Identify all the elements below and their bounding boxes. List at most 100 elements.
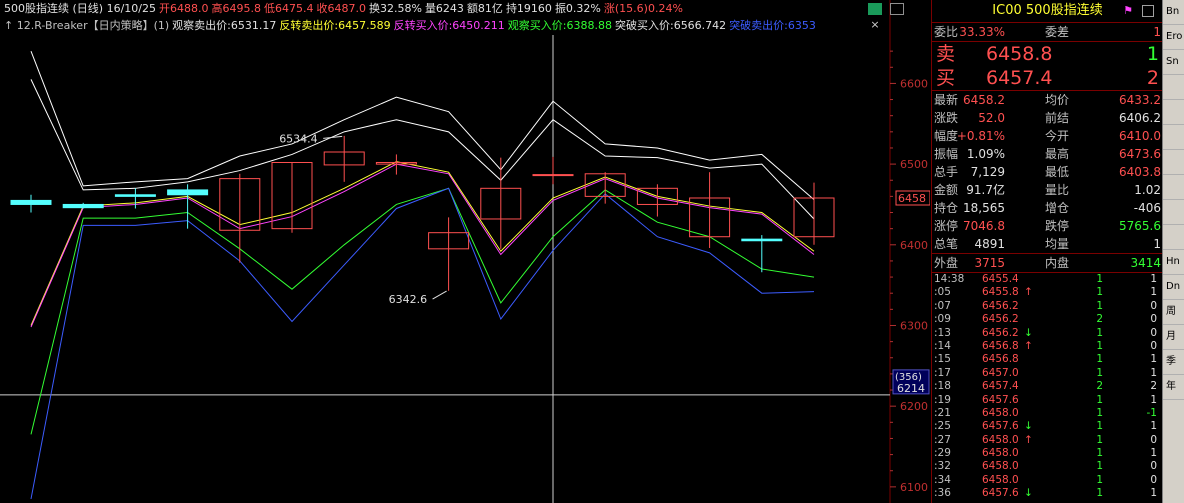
side-tab[interactable]: [1163, 100, 1184, 125]
sell-volume: 1: [1146, 43, 1159, 65]
tick-change: 0: [1150, 433, 1157, 446]
stat-value: 7046.8: [963, 219, 1005, 233]
tick-time: :07: [934, 299, 951, 312]
side-tab[interactable]: [1163, 150, 1184, 175]
side-tab[interactable]: Hn: [1163, 250, 1184, 275]
side-tab[interactable]: 月: [1163, 325, 1184, 350]
chart-header-quote: 500股指连续 (日线) 16/10/25 开6488.0 高6495.8 低6475…: [4, 2, 686, 15]
stat-value: 6403.8: [1119, 165, 1161, 179]
kline-chart[interactable]: 6100 6200 6300 6400 6500 6600 6534.4 6342.6 6458…: [0, 0, 930, 503]
stat-label: 今开: [1045, 129, 1070, 143]
toolbar-icon[interactable]: [868, 3, 882, 15]
tick-change: 0: [1150, 460, 1157, 473]
tick-price: 6456.8: [982, 339, 1019, 352]
tick-row: :14 6456.8 ↑ 1 0: [932, 340, 1163, 353]
tick-time: :25: [934, 420, 951, 433]
side-tab[interactable]: [1163, 125, 1184, 150]
line1-item: 500股指连续 (日线) 16/10/25: [4, 2, 156, 15]
tick-arrow: ↓: [1024, 420, 1033, 433]
tick-price: 6457.4: [982, 380, 1019, 393]
line2-item: 反转买入价:6450.211: [393, 19, 505, 32]
stat-label: 量比: [1045, 183, 1070, 197]
sell-label: 卖: [936, 43, 956, 65]
stat-value: 5765.6: [1119, 219, 1161, 233]
side-tab[interactable]: Ero: [1163, 25, 1184, 50]
side-tab[interactable]: Bn: [1163, 0, 1184, 25]
candle-body: [114, 194, 156, 197]
tick-time: :27: [934, 433, 951, 446]
tick-arrow: ↑: [1024, 286, 1033, 299]
tick-time: :15: [934, 353, 951, 366]
side-tab[interactable]: 年: [1163, 375, 1184, 400]
tick-volume: 1: [1096, 299, 1103, 312]
flag-icon[interactable]: ⚑: [1122, 5, 1134, 17]
y-tick-label: 6600: [900, 77, 928, 90]
side-tab[interactable]: 季: [1163, 350, 1184, 375]
line2-item: 突破卖出价:6353: [729, 19, 816, 32]
tick-row: :21 6458.0 1 -1: [932, 407, 1163, 420]
stat-value: 6458.2: [963, 93, 1005, 107]
close-icon[interactable]: ×: [868, 19, 882, 31]
stat-row: 金额 91.7亿 量比 1.02: [932, 181, 1163, 199]
buy-label: 买: [936, 67, 956, 89]
tick-time: :05: [934, 286, 951, 299]
tick-change: 1: [1150, 353, 1157, 366]
tick-price: 6457.6: [982, 393, 1019, 406]
stat-row: 持仓 18,565 增仓 -406: [932, 199, 1163, 217]
tick-volume: 2: [1096, 313, 1103, 326]
tick-arrow: ↑: [1024, 433, 1033, 446]
chart-toolbar: ×: [868, 3, 926, 31]
stat-label: 增仓: [1045, 201, 1070, 215]
stat-value: 6406.2: [1119, 111, 1161, 125]
side-tab[interactable]: Dn: [1163, 275, 1184, 300]
tick-time: :18: [934, 380, 951, 393]
side-tab[interactable]: [1163, 75, 1184, 100]
side-tab[interactable]: [1163, 200, 1184, 225]
tick-price: 6455.8: [982, 286, 1019, 299]
stat-value: -406: [1133, 201, 1161, 215]
candle-body: [741, 238, 783, 242]
stat-value: 1.02: [1134, 183, 1161, 197]
y-tick-label: 6100: [900, 481, 928, 494]
candle-body: [10, 199, 52, 205]
tick-row: :09 6456.2 2 0: [932, 313, 1163, 326]
stat-value: +0.81%: [956, 129, 1005, 143]
tick-change: 0: [1150, 299, 1157, 312]
y-tick-label: 6200: [900, 400, 928, 413]
stat-value: 18,565: [963, 201, 1005, 215]
side-toolbar: Bn Ero Sn Hn Dn 周月季年: [1162, 0, 1184, 503]
side-tab[interactable]: 周: [1163, 300, 1184, 325]
tick-list[interactable]: 14:38 6455.4 1 1:05 6455.8 ↑ 1 1:07 6456.2 1 0:09 6…: [932, 273, 1163, 501]
tick-row: :36 6457.6 ↓ 1 1: [932, 487, 1163, 500]
side-tab[interactable]: Sn: [1163, 50, 1184, 75]
tick-change: 1: [1150, 273, 1157, 285]
tick-change: 1: [1150, 393, 1157, 406]
tick-volume: 1: [1096, 406, 1103, 419]
stat-value: 52.0: [978, 111, 1005, 125]
settings-icon[interactable]: [889, 3, 904, 15]
side-tab[interactable]: [1163, 175, 1184, 200]
stat-row: 涨停 7046.8 跌停 5765.6: [932, 217, 1163, 235]
stat-label: 总笔: [934, 237, 959, 251]
stat-value: 6433.2: [1119, 93, 1161, 107]
tick-row: :19 6457.6 1 1: [932, 394, 1163, 407]
tick-change: 0: [1150, 339, 1157, 352]
settings-icon[interactable]: [1142, 5, 1154, 17]
tick-arrow: ↓: [1024, 487, 1033, 500]
tick-time: :09: [934, 313, 951, 326]
stat-label: 持仓: [934, 201, 959, 215]
tick-volume: 1: [1096, 473, 1103, 486]
tick-time: :32: [934, 460, 951, 473]
side-tab[interactable]: [1163, 225, 1184, 250]
stat-label: 跌停: [1045, 219, 1070, 233]
kline-chart-panel[interactable]: 6100 6200 6300 6400 6500 6600 6534.4 6342.6 6458…: [0, 0, 930, 503]
stat-label: 总手: [934, 165, 959, 179]
stat-label: 前结: [1045, 111, 1070, 125]
stat-row: 总笔 4891 均量 1: [932, 235, 1163, 253]
line1-item: 换32.58%: [368, 2, 422, 15]
stat-label: 最高: [1045, 147, 1070, 161]
tick-row: :18 6457.4 2 2: [932, 380, 1163, 393]
tick-time: :29: [934, 447, 951, 460]
stat-value: 1.09%: [966, 147, 1005, 161]
stat-label: 最新: [934, 93, 959, 107]
